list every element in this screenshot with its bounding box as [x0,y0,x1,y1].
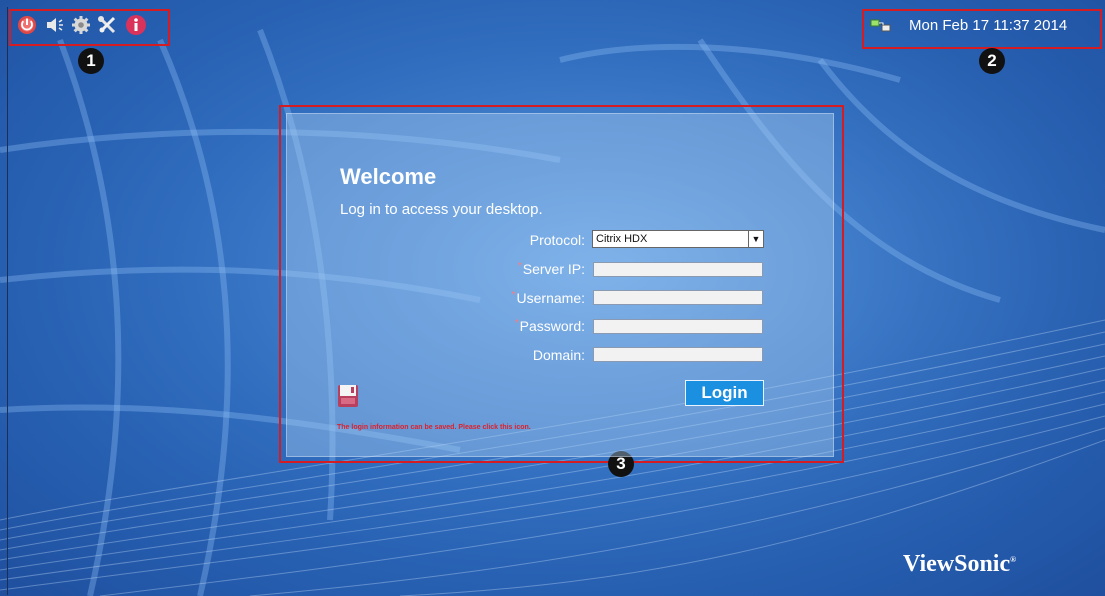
required-marker: * [517,261,522,272]
server-ip-input[interactable] [593,262,763,277]
protocol-selected-value: Citrix HDX [596,233,648,245]
network-icon[interactable] [870,18,892,34]
required-marker: * [514,318,519,329]
welcome-subtitle: Log in to access your desktop. [340,201,543,218]
system-clock: Mon Feb 17 11:37 2014 [909,17,1068,34]
password-label-text: Password: [519,318,585,334]
username-input[interactable] [593,290,763,305]
tools-icon[interactable] [97,15,117,35]
welcome-title: Welcome [340,164,437,189]
server-ip-label-text: Server IP: [522,261,585,277]
protocol-select[interactable]: Citrix HDX ▼ [592,230,764,248]
username-label: *Username: [425,290,585,306]
power-icon[interactable] [17,15,37,35]
desktop-background: 1 2 Mon Feb 17 11:37 2014 3 Welcome Log … [0,0,1105,596]
required-marker: * [511,290,516,301]
save-disk-icon[interactable] [337,384,359,408]
viewsonic-logo: ViewSonic® [903,551,1016,578]
password-input[interactable] [593,319,763,334]
volume-icon[interactable] [45,15,65,35]
password-label: *Password: [425,318,585,334]
domain-input[interactable] [593,347,763,362]
info-icon[interactable] [125,14,147,36]
registered-mark: ® [1010,555,1017,564]
callout-1-badge: 1 [78,48,104,74]
brand-name: ViewSonic [903,551,1011,577]
domain-label-text: Domain: [532,347,585,363]
server-ip-label: *Server IP: [425,261,585,277]
login-button[interactable]: Login [685,380,764,406]
chevron-down-icon[interactable]: ▼ [748,231,763,247]
username-label-text: Username: [516,290,585,306]
callout-2-badge: 2 [979,48,1005,74]
protocol-label: Protocol: [425,232,585,248]
protocol-label-text: Protocol: [529,232,585,248]
save-hint-text: The login information can be saved. Plea… [337,424,531,431]
domain-label: Domain: [425,347,585,363]
settings-icon[interactable] [71,15,91,35]
